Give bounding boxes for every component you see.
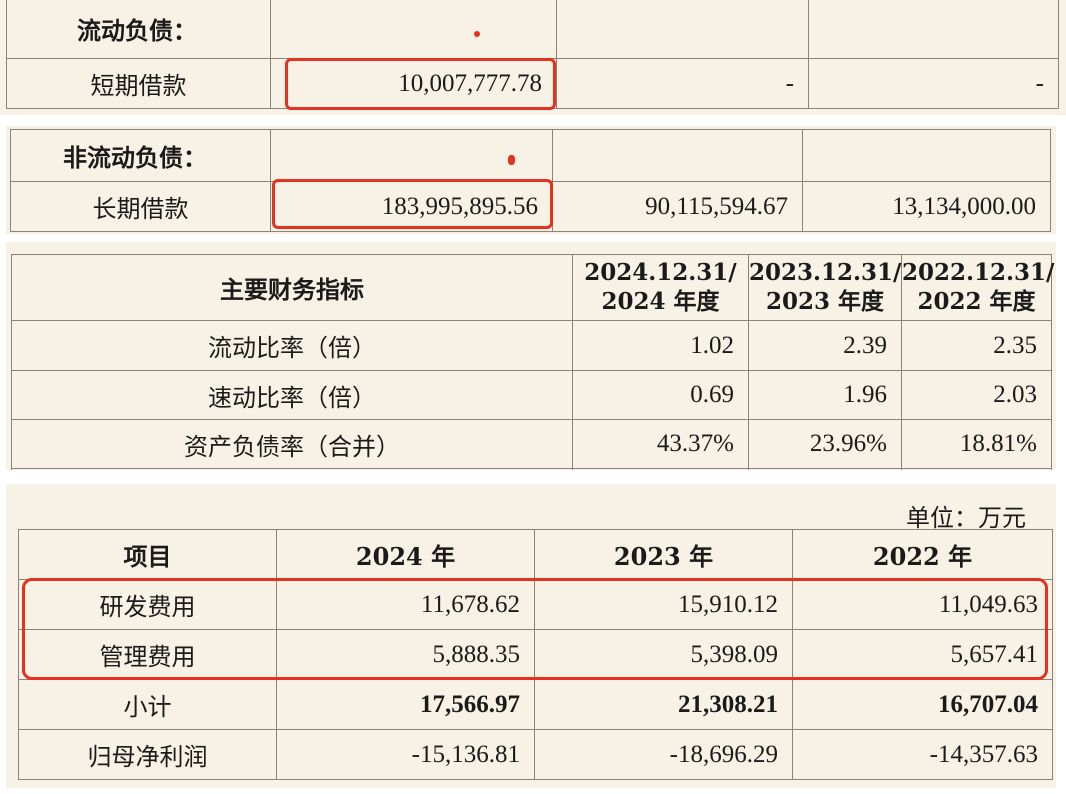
indicator-column-header: 主要财务指标 (11, 254, 573, 321)
financial-indicators-table: 主要财务指标 2024.12.31/2024 年度 2023.12.31/202… (11, 254, 1054, 470)
subtotal-label: 小计 (18, 679, 277, 730)
table-cell: 16,707.04 (792, 679, 1053, 730)
short-term-borrowings-2023: - (556, 58, 809, 109)
table-cell: 0.69 (572, 370, 749, 420)
long-term-borrowings-2023: 90,115,594.67 (552, 181, 803, 232)
short-term-borrowings-2022: - (808, 58, 1059, 109)
year-column-header-2023: 2023.12.31/2023 年度 (748, 254, 902, 321)
highlight-box (22, 578, 1048, 680)
net-profit-parent-label: 归母净利润 (18, 729, 277, 780)
table-row: 速动比率（倍） 0.69 1.96 2.03 (11, 370, 1052, 420)
table-cell: 1.96 (748, 370, 902, 420)
table-row: 流动比率（倍） 1.02 2.39 2.35 (11, 320, 1052, 371)
table-cell: -14,357.63 (792, 729, 1053, 780)
financial-indicators-snippet: 主要财务指标 2024.12.31/2024 年度 2023.12.31/202… (6, 242, 1056, 470)
year-column-header-2024: 2024.12.31/2024 年度 (572, 254, 749, 321)
expenses-snippet: 单位：万元 项目 2024 年 2023 年 2022 年 研发费用 11,67… (6, 484, 1056, 788)
year-column-header-2022: 2022.12.31/2022 年度 (901, 254, 1054, 321)
current-liabilities-heading: 流动负债： (6, 0, 271, 59)
table-cell: 2.03 (901, 370, 1052, 420)
year-column-header-2023: 2023 年 (534, 529, 793, 580)
noncurrent-liabilities-heading: 非流动负债： (10, 129, 271, 182)
table-cell: 18.81% (901, 419, 1052, 469)
long-term-borrowings-label: 长期借款 (10, 181, 271, 232)
debt-to-asset-ratio-label: 资产负债率（合并） (11, 419, 573, 469)
table-cell: 21,308.21 (534, 679, 793, 730)
table-cell: -15,136.81 (276, 729, 535, 780)
current-ratio-label: 流动比率（倍） (11, 320, 573, 371)
quick-ratio-label: 速动比率（倍） (11, 370, 573, 420)
table-cell: 17,566.97 (276, 679, 535, 730)
long-term-borrowings-2022: 13,134,000.00 (802, 181, 1051, 232)
year-column-header-2024: 2024 年 (276, 529, 535, 580)
unit-label: 单位：万元 (906, 504, 1026, 532)
current-liabilities-snippet: 流动负债： 短期借款 10,007,777.78 - - (0, 0, 1066, 115)
highlight-box (272, 179, 553, 229)
table-cell: 1.02 (572, 320, 749, 371)
table-cell: -18,696.29 (534, 729, 793, 780)
noncurrent-liabilities-snippet: 非流动负债： 长期借款 183,995,895.56 90,115,594.67… (6, 126, 1056, 234)
highlight-box (285, 58, 556, 110)
item-column-header: 项目 (18, 529, 277, 580)
table-row: 资产负债率（合并） 43.37% 23.96% 18.81% (11, 419, 1052, 469)
annotation-dot (508, 155, 515, 165)
table-cell: 2.35 (901, 320, 1052, 371)
table-row: 归母净利润 -15,136.81 -18,696.29 -14,357.63 (18, 729, 1053, 780)
annotation-dot (474, 31, 480, 37)
table-cell: 23.96% (748, 419, 902, 469)
table-row: 小计 17,566.97 21,308.21 16,707.04 (18, 679, 1053, 730)
short-term-borrowings-label: 短期借款 (6, 58, 271, 109)
year-column-header-2022: 2022 年 (792, 529, 1053, 580)
table-cell: 43.37% (572, 419, 749, 469)
table-cell: 2.39 (748, 320, 902, 371)
